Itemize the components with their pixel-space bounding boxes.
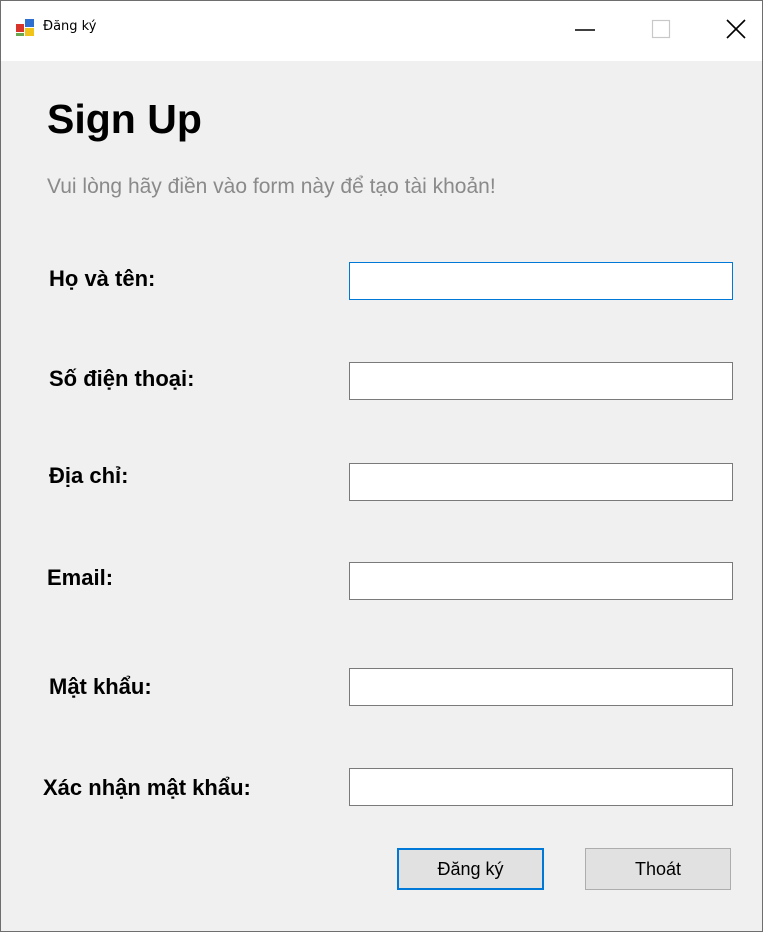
form-subtitle: Vui lòng hãy điền vào form này để tạo tà… — [47, 175, 496, 198]
email-input[interactable] — [349, 562, 733, 600]
minimize-button[interactable] — [557, 1, 613, 61]
full-name-label: Họ và tên: — [49, 266, 156, 291]
close-button[interactable] — [708, 1, 763, 61]
confirm-password-label: Xác nhận mật khẩu: — [43, 775, 251, 800]
maximize-icon — [651, 19, 671, 44]
minimize-icon — [574, 18, 596, 45]
app-icon — [15, 17, 35, 37]
address-label: Địa chỉ: — [49, 463, 129, 488]
address-input[interactable] — [349, 463, 733, 501]
page-title: Sign Up — [47, 96, 202, 142]
exit-button[interactable]: Thoát — [585, 848, 731, 890]
title-bar[interactable]: Đăng ký — [1, 1, 762, 61]
signup-window: Đăng ký Sign Up Vui lòng hãy điền vào fo… — [0, 0, 763, 932]
password-input[interactable] — [349, 668, 733, 706]
close-icon — [725, 18, 747, 45]
form-client-area: Sign Up Vui lòng hãy điền vào form này đ… — [1, 61, 762, 931]
email-label: Email: — [47, 565, 114, 590]
phone-input[interactable] — [349, 362, 733, 400]
register-button[interactable]: Đăng ký — [397, 848, 544, 890]
maximize-button[interactable] — [633, 1, 689, 61]
phone-label: Số điện thoại: — [49, 366, 195, 391]
password-label: Mật khẩu: — [49, 674, 152, 699]
full-name-input[interactable] — [349, 262, 733, 300]
confirm-password-input[interactable] — [349, 768, 733, 806]
window-title: Đăng ký — [43, 19, 97, 34]
